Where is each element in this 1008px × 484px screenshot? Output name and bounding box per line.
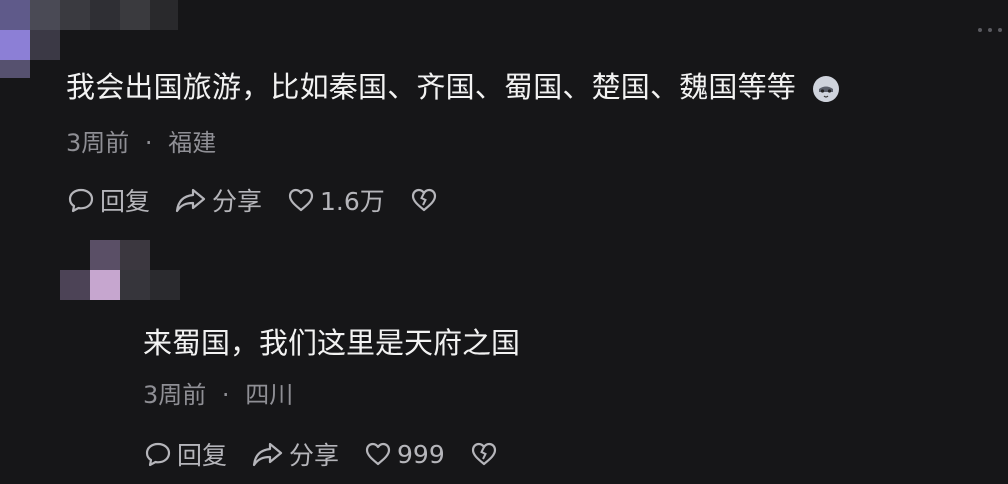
comment-bubble-icon <box>145 442 171 467</box>
share-label: 分享 <box>212 187 263 216</box>
comment-meta-top: 3周前 · 福建 <box>66 123 216 158</box>
share-label: 分享 <box>289 441 340 470</box>
broken-heart-icon <box>411 188 436 212</box>
reply-button[interactable]: 回复 <box>66 182 150 218</box>
comment-actions-reply: 回复 分享 999 <box>143 434 523 474</box>
cat-face-emoji-icon <box>813 76 840 102</box>
heart-icon <box>365 442 391 466</box>
reply-label: 回复 <box>177 441 228 470</box>
broken-heart-icon <box>471 442 496 466</box>
reply-label: 回复 <box>100 187 151 216</box>
dislike-button[interactable] <box>469 439 499 469</box>
avatar-blurred-reply[interactable] <box>60 240 180 304</box>
heart-icon <box>288 188 314 212</box>
like-button[interactable]: 1.6万 <box>286 182 385 218</box>
comment-meta-reply: 3周前 · 四川 <box>143 375 293 410</box>
dislike-button[interactable] <box>409 185 439 215</box>
comment-time: 3周前 <box>66 129 130 157</box>
share-button[interactable]: 分享 <box>251 436 339 472</box>
like-count: 1.6万 <box>320 187 385 216</box>
share-arrow-icon <box>252 442 283 467</box>
share-arrow-icon <box>175 188 206 213</box>
like-count: 999 <box>397 439 445 469</box>
share-button[interactable]: 分享 <box>174 182 262 218</box>
reply-button[interactable]: 回复 <box>143 436 227 472</box>
reply-location: 四川 <box>245 381 294 409</box>
comment-location: 福建 <box>168 129 217 157</box>
comment-actions-top: 回复 分享 1.6万 <box>66 180 463 220</box>
reply-content: 来蜀国，我们这里是天府之国 <box>143 326 521 360</box>
reply-time: 3周前 <box>143 381 207 409</box>
comment-content: 我会出国旅游，比如秦国、齐国、蜀国、楚国、魏国等等 <box>66 70 797 104</box>
more-options-icon[interactable] <box>978 28 1002 32</box>
comment-text-top: 我会出国旅游，比如秦国、齐国、蜀国、楚国、魏国等等 <box>66 64 840 106</box>
meta-separator: · <box>221 381 230 409</box>
comment-text-reply: 来蜀国，我们这里是天府之国 <box>143 320 520 362</box>
like-button[interactable]: 999 <box>363 439 445 469</box>
comment-bubble-icon <box>68 188 94 213</box>
meta-separator: · <box>144 129 153 157</box>
